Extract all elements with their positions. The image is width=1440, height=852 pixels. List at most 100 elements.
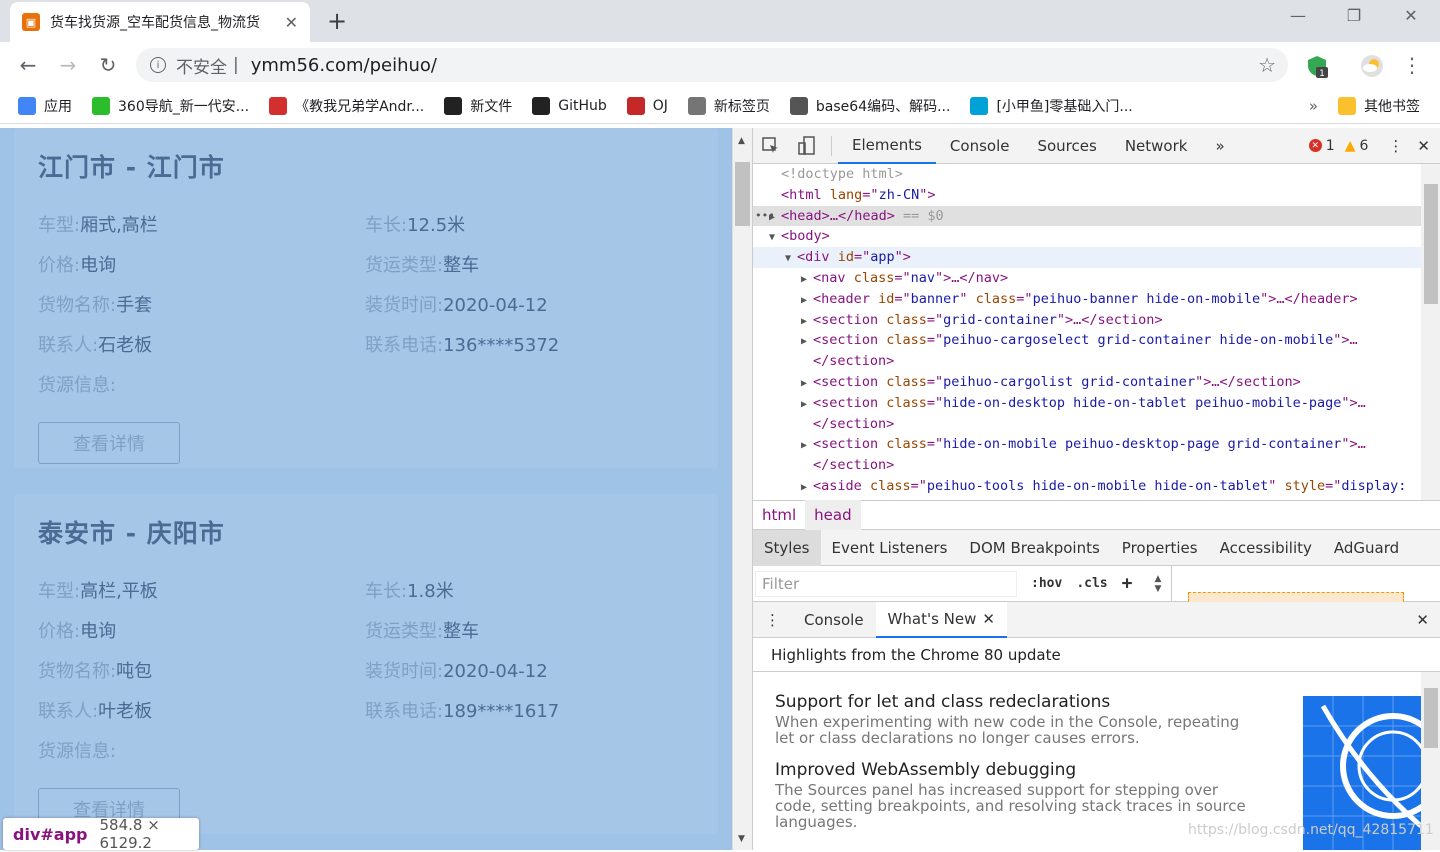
dom-node-line[interactable]: ••• ▶ <head>…</head> == $0 [753, 205, 1421, 227]
dom-node-markup: <div id="app"> [797, 249, 911, 266]
tab-sources[interactable]: Sources [1023, 128, 1110, 164]
tab-accessibility[interactable]: Accessibility [1209, 530, 1323, 566]
info-icon[interactable]: i [150, 57, 166, 73]
new-rule-icon[interactable]: + [1122, 573, 1133, 594]
browser-tab[interactable]: ▣ 货车找货源_空车配货信息_物流货 ✕ [10, 2, 310, 42]
weather-extension-icon[interactable] [1360, 54, 1384, 78]
page-scroll-thumb[interactable] [735, 162, 750, 226]
page-scrollbar[interactable]: ▲ ▼ [732, 128, 752, 850]
other-bookmarks[interactable]: 其他书签 [1338, 96, 1420, 116]
field-key: 装货时间: [365, 661, 444, 682]
node-actions-icon[interactable]: ••• [755, 206, 775, 227]
dom-node-line[interactable]: ▶ <section class="peihuo-cargoselect gri… [753, 330, 1421, 351]
bookmark-label: OJ [652, 97, 668, 114]
more-tabs-icon[interactable]: » [1201, 128, 1238, 164]
dom-node-line[interactable]: ▶ <section class="hide-on-mobile peihuo-… [753, 434, 1421, 455]
scroll-up-icon[interactable]: ▲ [738, 136, 745, 146]
forward-icon[interactable]: → [54, 52, 82, 80]
bookmark-item[interactable]: 新文件 [444, 96, 512, 116]
shield-extension-icon[interactable]: 1 [1305, 54, 1329, 79]
dom-node-line[interactable]: ▼ <body> [753, 226, 1421, 247]
tab-event-listeners[interactable]: Event Listeners [821, 530, 959, 566]
warning-count: 6 [1359, 137, 1369, 154]
pane-scroll-arrows-icon[interactable]: ▲ ▼ [1154, 574, 1161, 594]
reload-icon[interactable]: ↻ [94, 52, 122, 80]
close-whats-new-icon[interactable]: ✕ [982, 610, 995, 628]
dom-scrollbar[interactable] [1421, 164, 1440, 500]
tab-properties[interactable]: Properties [1111, 530, 1209, 566]
address-bar[interactable]: i 不安全 | ymm56.com/peihuo/ ☆ [136, 48, 1288, 82]
bookmark-item[interactable]: GitHub [532, 96, 607, 115]
devtools-close-icon[interactable]: ✕ [1413, 128, 1440, 164]
dom-scroll-thumb[interactable] [1424, 184, 1438, 304]
dom-node-markup: <section class="peihuo-cargoselect grid-… [813, 332, 1358, 349]
bookmark-item[interactable]: 《教我兄弟学Andr... [269, 96, 424, 116]
restore-icon[interactable]: ❐ [1334, 6, 1374, 25]
collapsed-triangle-icon[interactable]: ▶ [801, 378, 813, 389]
minimize-icon[interactable]: — [1278, 6, 1318, 25]
expanded-triangle-icon[interactable]: ▼ [785, 253, 797, 264]
dom-node-line[interactable]: ▶ <aside class="peihuo-tools hide-on-mob… [753, 476, 1421, 497]
cls-toggle[interactable]: .cls [1076, 576, 1107, 591]
expanded-triangle-icon[interactable]: ▼ [769, 232, 781, 243]
inspect-element-icon[interactable] [753, 128, 789, 164]
drawer-menu-icon[interactable]: ⋮ [753, 602, 792, 638]
scroll-down-icon[interactable]: ▼ [738, 834, 745, 844]
watermark-text: https://blog.csdn.net/qq_42815711 [1188, 822, 1434, 838]
collapsed-triangle-icon[interactable]: ▶ [801, 482, 813, 493]
tab-console[interactable]: Console [936, 128, 1024, 164]
collapsed-triangle-icon[interactable]: ▶ [801, 295, 813, 306]
tab-elements[interactable]: Elements [838, 128, 936, 164]
device-toolbar-icon[interactable] [789, 128, 825, 164]
collapsed-triangle-icon[interactable]: ▶ [801, 274, 813, 285]
whats-new-scroll-thumb[interactable] [1424, 688, 1438, 748]
url-text[interactable]: ymm56.com/peihuo/ [251, 55, 437, 76]
dom-node-line[interactable]: ▶ <header id="banner" class="peihuo-bann… [753, 289, 1421, 310]
drawer-tab-console[interactable]: Console [792, 602, 876, 638]
tab-adguard[interactable]: AdGuard [1323, 530, 1410, 566]
bookmark-item[interactable]: 新标签页 [687, 96, 770, 116]
dom-node-line[interactable]: </section> [753, 455, 1421, 476]
dom-node-line[interactable]: <html lang="zh-CN"> [753, 185, 1421, 206]
collapsed-triangle-icon[interactable]: ▶ [801, 399, 813, 410]
bookmark-item[interactable]: 应用 [18, 96, 72, 116]
bookmark-star-icon[interactable]: ☆ [1258, 53, 1276, 77]
dom-node-line[interactable]: </section> [753, 351, 1421, 372]
collapsed-triangle-icon[interactable]: ▶ [801, 316, 813, 327]
field-value: 厢式,高栏 [80, 215, 158, 236]
collapsed-triangle-icon[interactable]: ▶ [801, 440, 813, 451]
dom-node-line[interactable]: ▶ <section class="peihuo-cargolist grid-… [753, 372, 1421, 393]
tab-dom-breakpoints[interactable]: DOM Breakpoints [958, 530, 1110, 566]
view-details-button[interactable]: 查看详情 [38, 422, 180, 464]
crumb-html[interactable]: html [753, 500, 805, 530]
new-tab-button[interactable]: + [320, 6, 354, 36]
dom-node-line[interactable]: ▶ <section class="hide-on-desktop hide-o… [753, 393, 1421, 414]
styles-filter-input[interactable]: Filter [755, 570, 1017, 597]
hov-toggle[interactable]: :hov [1031, 576, 1062, 591]
issue-counters[interactable]: ✕ 1 ▲ 6 [1308, 137, 1369, 154]
back-icon[interactable]: ← [14, 52, 42, 80]
collapsed-triangle-icon[interactable]: ▶ [801, 336, 813, 347]
bookmark-item[interactable]: OJ [626, 96, 668, 115]
drawer-tab-whats-new[interactable]: What's New ✕ [875, 601, 1007, 638]
crumb-head[interactable]: head [805, 500, 861, 530]
bookmark-label: 新文件 [470, 98, 513, 115]
field-row: 价格:电询 货运类型:整车 [38, 244, 694, 284]
close-drawer-icon[interactable]: ✕ [1404, 602, 1440, 638]
tab-network[interactable]: Network [1111, 128, 1202, 164]
devtools-menu-icon[interactable]: ⋮ [1378, 128, 1413, 164]
dom-node-line[interactable]: <!doctype html> [753, 164, 1421, 185]
bookmark-item[interactable]: [小甲鱼]零基础入门... [970, 96, 1133, 116]
dom-node-line[interactable]: ▶ <nav class="nav">…</nav> [753, 268, 1421, 289]
close-tab-icon[interactable]: ✕ [285, 13, 298, 32]
window-close-icon[interactable]: ✕ [1391, 6, 1431, 25]
menu-kebab-icon[interactable]: ⋮ [1398, 52, 1426, 80]
tab-styles[interactable]: Styles [753, 529, 821, 566]
bookmarks-overflow-icon[interactable]: » [1309, 97, 1318, 115]
bookmark-item[interactable]: 360导航_新一代安... [92, 96, 249, 116]
dom-node-line[interactable]: ▶ <section class="grid-container">…</sec… [753, 310, 1421, 331]
bookmark-item[interactable]: base64编码、解码... [789, 96, 950, 116]
dom-node-line[interactable]: ▼ <div id="app"> [753, 247, 1421, 268]
dom-node-line[interactable]: </section> [753, 414, 1421, 435]
tool-icon [789, 96, 808, 115]
